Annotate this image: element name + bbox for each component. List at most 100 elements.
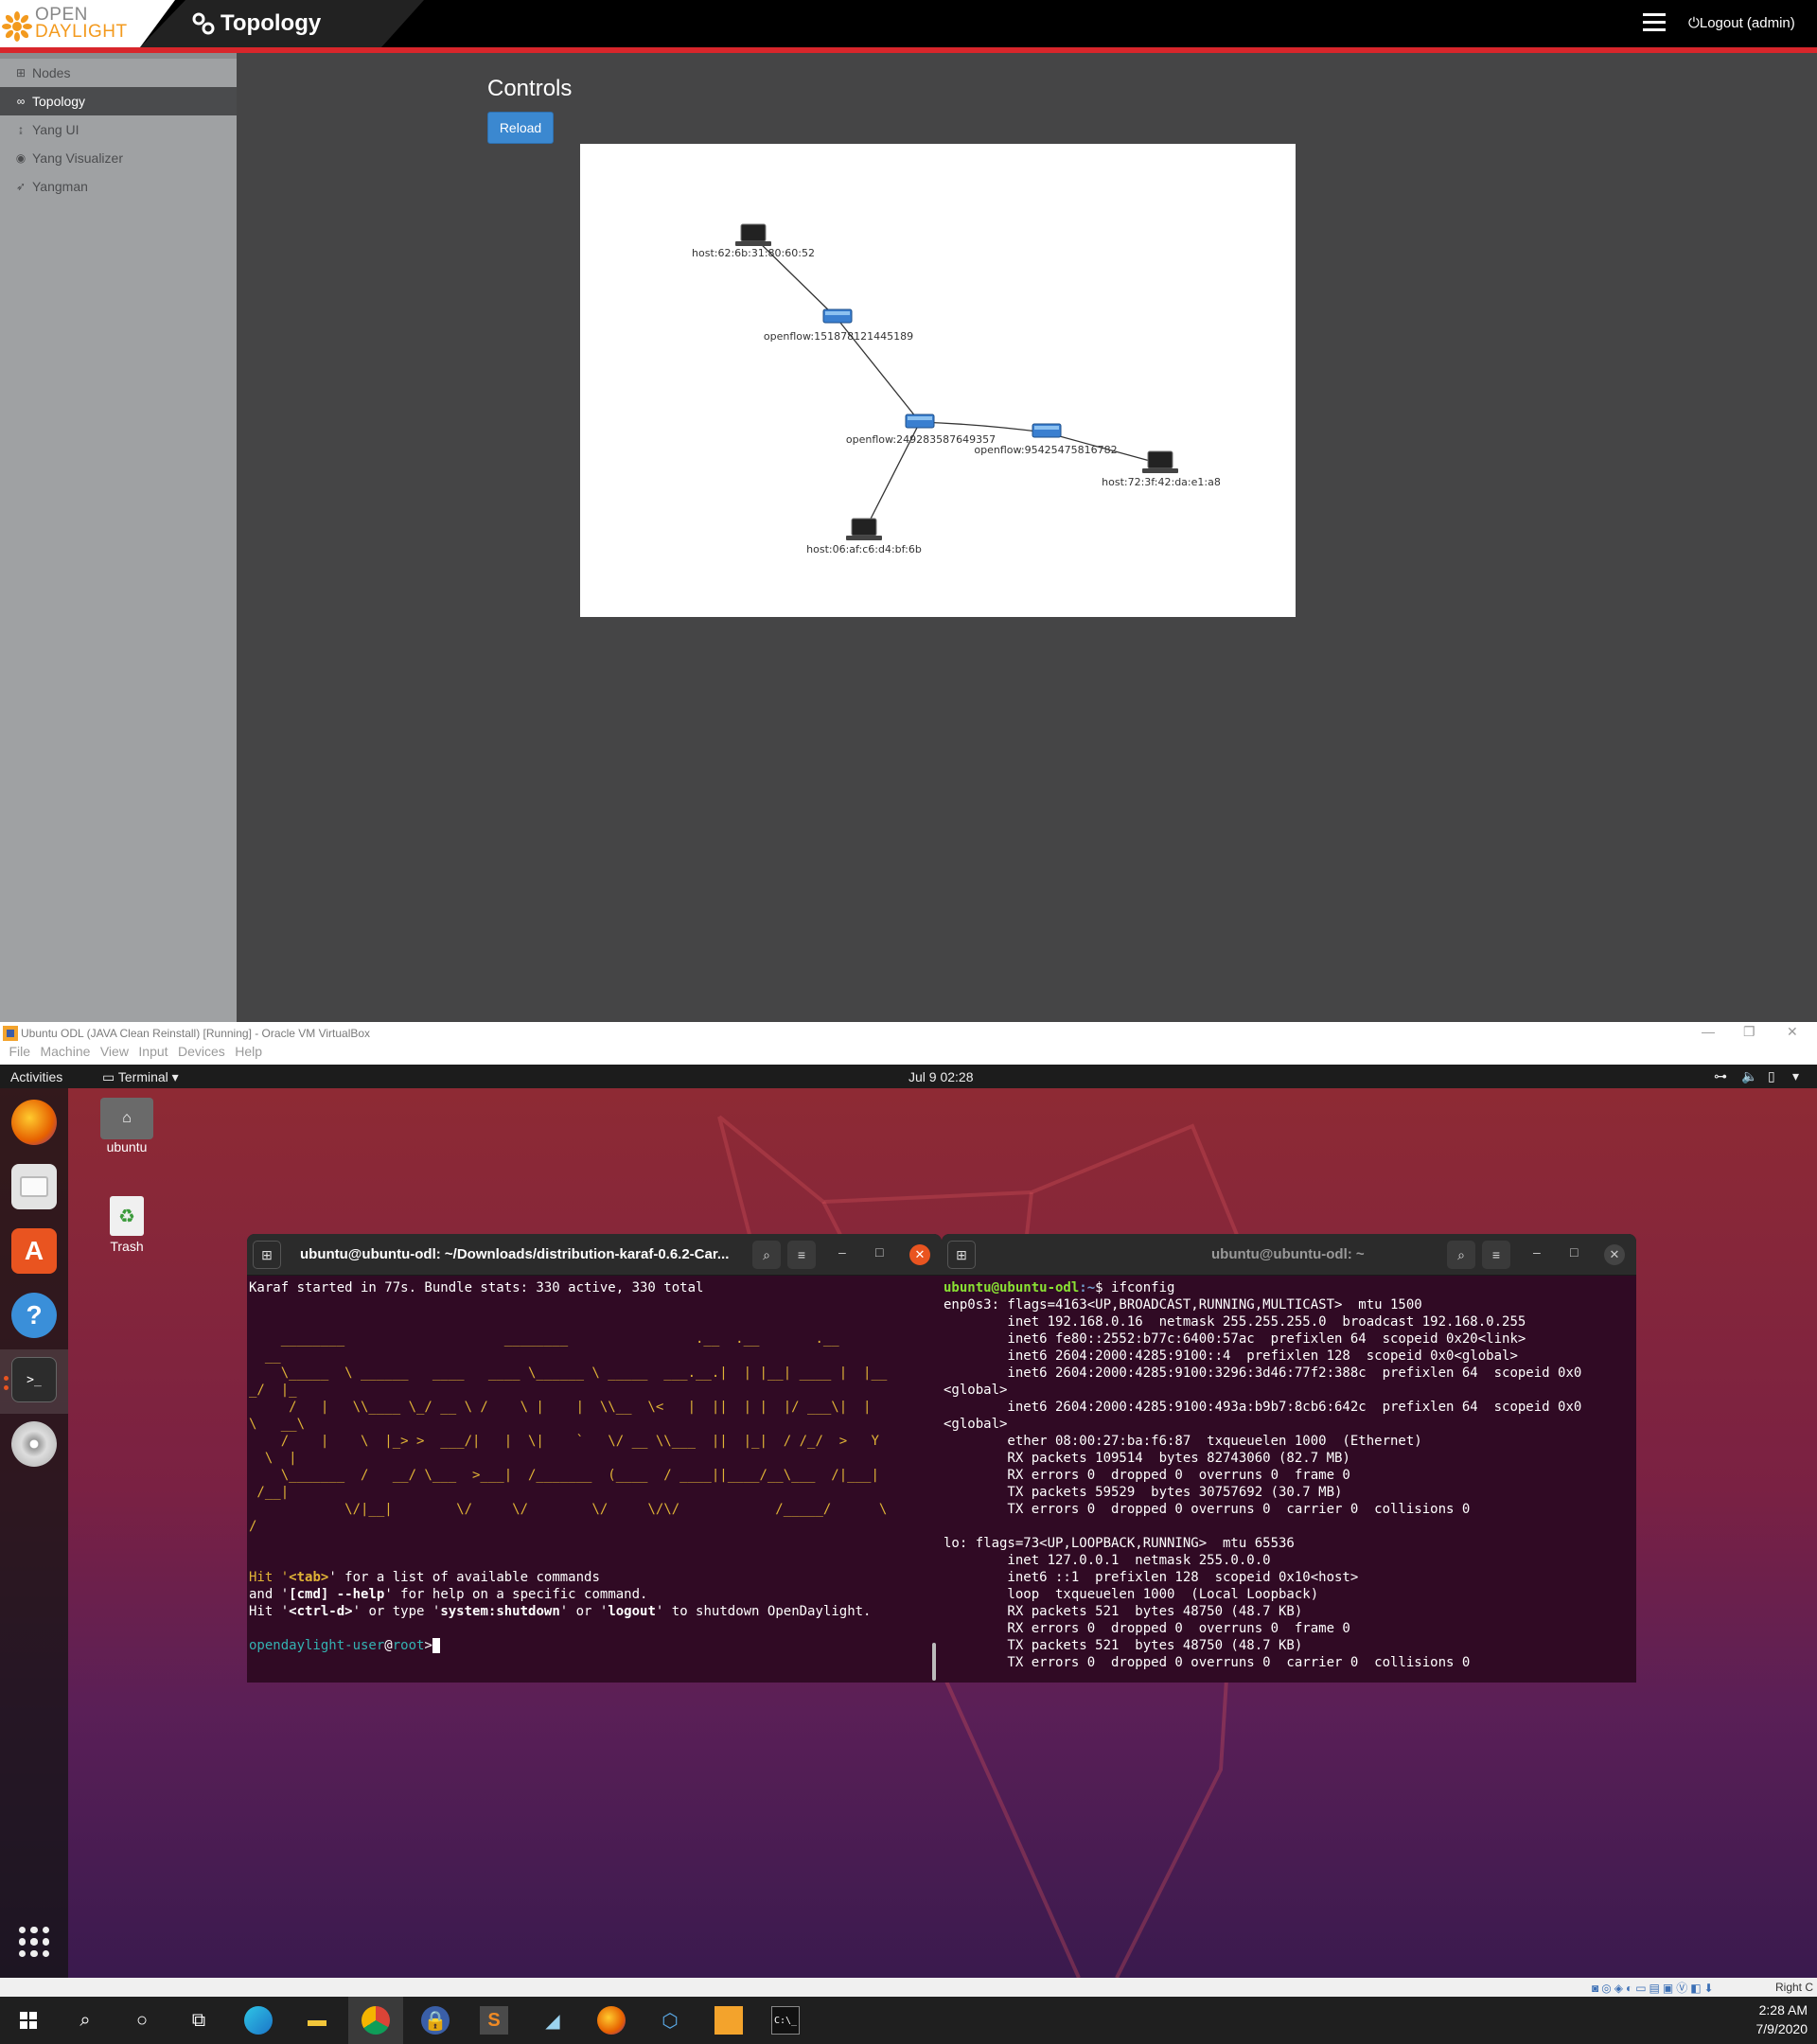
- ubuntu-top-bar: Activities ▭ Terminal ▾ Jul 9 02:28 ⊶ 🔈 …: [0, 1065, 1817, 1088]
- software-store-icon[interactable]: A: [11, 1228, 57, 1274]
- dropdown-arrow-icon: ▾: [168, 1069, 179, 1084]
- topology-canvas[interactable]: host:62:6b:31:80:60:52 openflow:15187812…: [580, 144, 1296, 617]
- firefox-icon[interactable]: [597, 2006, 626, 2035]
- windows-start-icon[interactable]: [14, 2006, 43, 2035]
- close-button[interactable]: ✕: [1787, 1024, 1798, 1040]
- menu-machine[interactable]: Machine: [40, 1044, 90, 1059]
- help-icon[interactable]: ?: [11, 1293, 57, 1338]
- chrome-icon[interactable]: [362, 2006, 390, 2035]
- reload-button[interactable]: Reload: [487, 112, 554, 144]
- help-line-1: Hit '<tab>' for a list of available comm…: [249, 1570, 600, 1585]
- desktop-icon-label: ubuntu: [106, 1139, 148, 1154]
- sitemap-icon: ⊞: [15, 66, 26, 79]
- network-icon[interactable]: ⊶: [1714, 1068, 1727, 1084]
- system-menu-arrow-icon[interactable]: ▾: [1792, 1068, 1799, 1084]
- cmd-icon[interactable]: C:\_: [771, 2006, 800, 2035]
- restore-button[interactable]: ❐: [1743, 1024, 1755, 1040]
- menu-help[interactable]: Help: [235, 1044, 262, 1059]
- sidebar-item-nodes[interactable]: ⊞ Nodes: [0, 59, 237, 87]
- minimize-icon[interactable]: –: [1533, 1244, 1541, 1260]
- task-view-icon[interactable]: ⧉: [185, 2006, 213, 2035]
- menu-input[interactable]: Input: [138, 1044, 168, 1059]
- help-line-2: and '[cmd] --help' for help on a specifi…: [249, 1587, 648, 1602]
- controls-heading: Controls: [487, 76, 573, 101]
- search-icon[interactable]: ⌕: [71, 2006, 99, 2035]
- maximize-icon[interactable]: □: [1570, 1244, 1578, 1260]
- host-node-icon[interactable]: [735, 223, 771, 246]
- sublime-text-icon[interactable]: S: [480, 2006, 508, 2035]
- switch-node-icon[interactable]: [905, 414, 935, 429]
- node-label: openflow:151878121445189: [764, 330, 913, 343]
- file-explorer-icon[interactable]: ▬: [303, 2006, 331, 2035]
- sun-logo-icon: [2, 11, 32, 42]
- karaf-prompt: opendaylight-user@root>: [249, 1638, 441, 1653]
- battery-icon[interactable]: ▯: [1768, 1068, 1775, 1084]
- running-indicator: [4, 1385, 9, 1390]
- terminal-output[interactable]: Karaf started in 77s. Bundle stats: 330 …: [247, 1276, 942, 1683]
- terminal-headerbar: ⊞ ubuntu@ubuntu-odl: ~/Downloads/distrib…: [247, 1234, 942, 1276]
- switch-node-icon[interactable]: [822, 308, 853, 324]
- app-menu-label: Terminal: [117, 1069, 168, 1084]
- files-icon[interactable]: [11, 1164, 57, 1209]
- sidebar-item-label: Yang Visualizer: [32, 150, 123, 166]
- switch-node-icon[interactable]: [1032, 423, 1062, 438]
- activities-button[interactable]: Activities: [10, 1069, 62, 1084]
- dvd-drive-icon[interactable]: [11, 1421, 57, 1467]
- app-menu-terminal[interactable]: ▭ Terminal ▾: [102, 1069, 179, 1085]
- trash-icon[interactable]: ♻: [110, 1196, 144, 1236]
- node-label: host:06:af:c6:d4:bf:6b: [806, 543, 922, 555]
- vpn-lock-icon[interactable]: 🔒: [421, 2006, 450, 2035]
- new-tab-icon[interactable]: ⊞: [947, 1241, 976, 1269]
- terminal-output[interactable]: ubuntu@ubuntu-odl:~$ ifconfig enp0s3: fl…: [942, 1276, 1636, 1683]
- terminal-window-karaf[interactable]: ⊞ ubuntu@ubuntu-odl: ~/Downloads/distrib…: [247, 1234, 942, 1683]
- new-tab-icon[interactable]: ⊞: [253, 1241, 281, 1269]
- logo-daylight-text: DAYLIGHT: [35, 22, 128, 42]
- home-folder-icon[interactable]: ⌂: [100, 1098, 153, 1139]
- menu-devices[interactable]: Devices: [178, 1044, 225, 1059]
- terminal-window-ifconfig[interactable]: ⊞ ubuntu@ubuntu-odl: ~ ⌕ ≡ – □ ✕ ubuntu@…: [942, 1234, 1636, 1683]
- node-label: openflow:249283587649357: [846, 433, 996, 446]
- sidebar-item-yang-visualizer[interactable]: ◉ Yang Visualizer: [0, 144, 237, 172]
- close-icon[interactable]: ✕: [1604, 1244, 1625, 1265]
- system-clock[interactable]: 2:28 AM 7/9/2020: [1732, 2000, 1808, 2038]
- notepad-icon[interactable]: ◢: [538, 2006, 567, 2035]
- page-title: Topology: [221, 10, 322, 36]
- logout-button[interactable]: ⏻Logout (admin): [1688, 15, 1795, 31]
- virtualbox-menubar: File Machine View Input Devices Help: [0, 1044, 1817, 1065]
- windows-taskbar: [0, 1997, 1817, 2044]
- menu-view[interactable]: View: [100, 1044, 129, 1059]
- show-applications-icon[interactable]: [19, 1927, 49, 1957]
- terminal-icon[interactable]: >_: [11, 1357, 57, 1402]
- search-icon[interactable]: ⌕: [1447, 1241, 1475, 1269]
- cortana-icon[interactable]: ○: [128, 2006, 156, 2035]
- hamburger-menu-icon[interactable]: ≡: [1482, 1241, 1510, 1269]
- odl-sidebar: ⊞ Nodes ∞ Topology ↨ Yang UI ◉ Yang Visualiz…: [0, 53, 237, 1022]
- vm-status-icons[interactable]: ◙◎◈◐▭▤▣Ⓥ◧⬇: [1592, 1980, 1717, 1996]
- volume-icon[interactable]: 🔈: [1741, 1068, 1757, 1084]
- window-title: Ubuntu ODL (JAVA Clean Reinstall) [Runni…: [21, 1027, 371, 1040]
- firefox-icon[interactable]: [11, 1100, 57, 1145]
- desktop-icon-label: Trash: [110, 1239, 144, 1254]
- virtualbox-3d-icon[interactable]: ⬡: [656, 2006, 684, 2035]
- minimize-icon[interactable]: –: [838, 1244, 846, 1260]
- sidebar-item-yang-ui[interactable]: ↨ Yang UI: [0, 115, 237, 144]
- edge-icon[interactable]: [244, 2006, 273, 2035]
- minimize-button[interactable]: —: [1702, 1024, 1715, 1039]
- tree-icon: ↨: [18, 123, 24, 136]
- host-node-icon[interactable]: [846, 518, 882, 540]
- close-icon[interactable]: ✕: [909, 1244, 930, 1265]
- host-node-icon[interactable]: [1142, 450, 1178, 473]
- clock[interactable]: Jul 9 02:28: [908, 1069, 974, 1084]
- scrollbar[interactable]: [932, 1643, 936, 1681]
- maximize-icon[interactable]: □: [875, 1244, 883, 1260]
- menu-file[interactable]: File: [9, 1044, 30, 1059]
- search-icon[interactable]: ⌕: [752, 1241, 781, 1269]
- terminal-small-icon: ▭: [102, 1069, 118, 1084]
- sidebar-item-topology[interactable]: ∞ Topology: [0, 87, 237, 115]
- hamburger-menu-icon[interactable]: ≡: [787, 1241, 816, 1269]
- virtualbox-icon[interactable]: [714, 2006, 743, 2035]
- clock-time: 2:28 AM: [1758, 2002, 1808, 2018]
- menu-hamburger-icon[interactable]: [1643, 13, 1666, 32]
- sidebar-item-yangman[interactable]: ➶ Yangman: [0, 172, 237, 201]
- virtualbox-titlebar: Ubuntu ODL (JAVA Clean Reinstall) [Runni…: [0, 1022, 1817, 1044]
